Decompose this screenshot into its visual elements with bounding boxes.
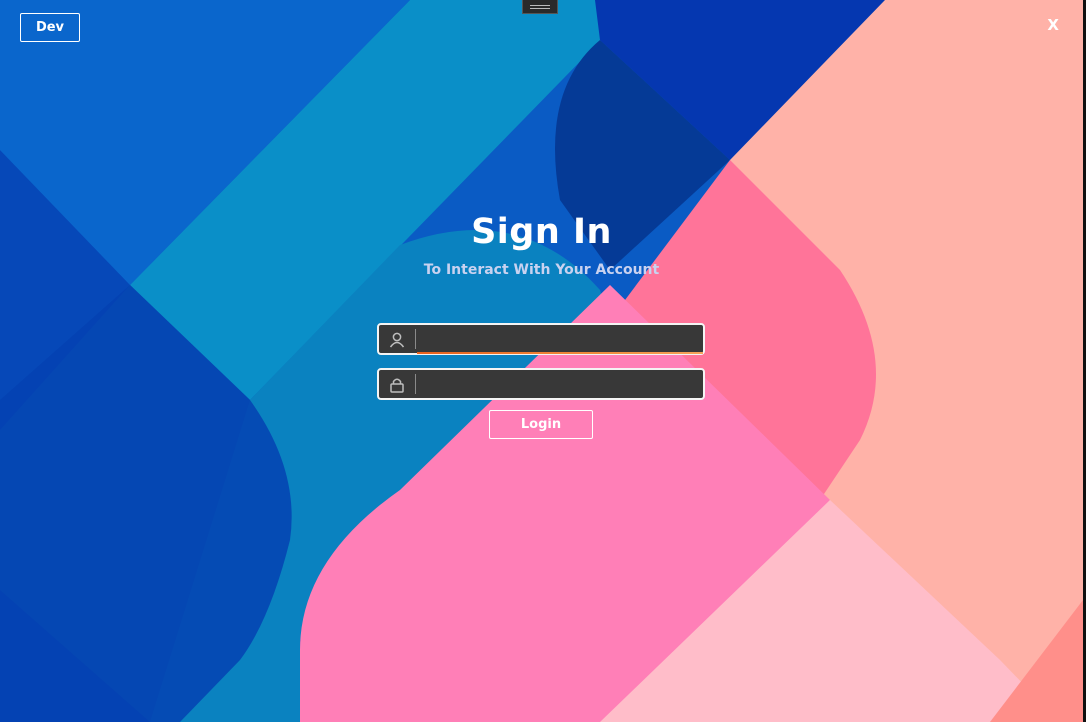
background-artwork [0, 0, 1083, 722]
username-field[interactable] [377, 323, 705, 355]
password-input[interactable] [417, 370, 701, 398]
close-button[interactable]: X [1047, 16, 1059, 34]
focus-underline [417, 352, 703, 354]
page-title: Sign In [471, 212, 612, 252]
password-field[interactable] [377, 368, 705, 400]
page-subtitle: To Interact With Your Account [423, 262, 660, 278]
user-icon [389, 332, 405, 348]
login-window: Dev X Sign In To Interact With Your Acco… [0, 0, 1083, 722]
field-divider [415, 374, 416, 394]
login-button[interactable]: Login [489, 410, 593, 439]
field-divider [415, 329, 416, 349]
dev-button[interactable]: Dev [20, 13, 80, 42]
username-input[interactable] [417, 325, 701, 353]
window-drag-handle[interactable] [522, 0, 558, 14]
lock-icon [390, 378, 404, 393]
